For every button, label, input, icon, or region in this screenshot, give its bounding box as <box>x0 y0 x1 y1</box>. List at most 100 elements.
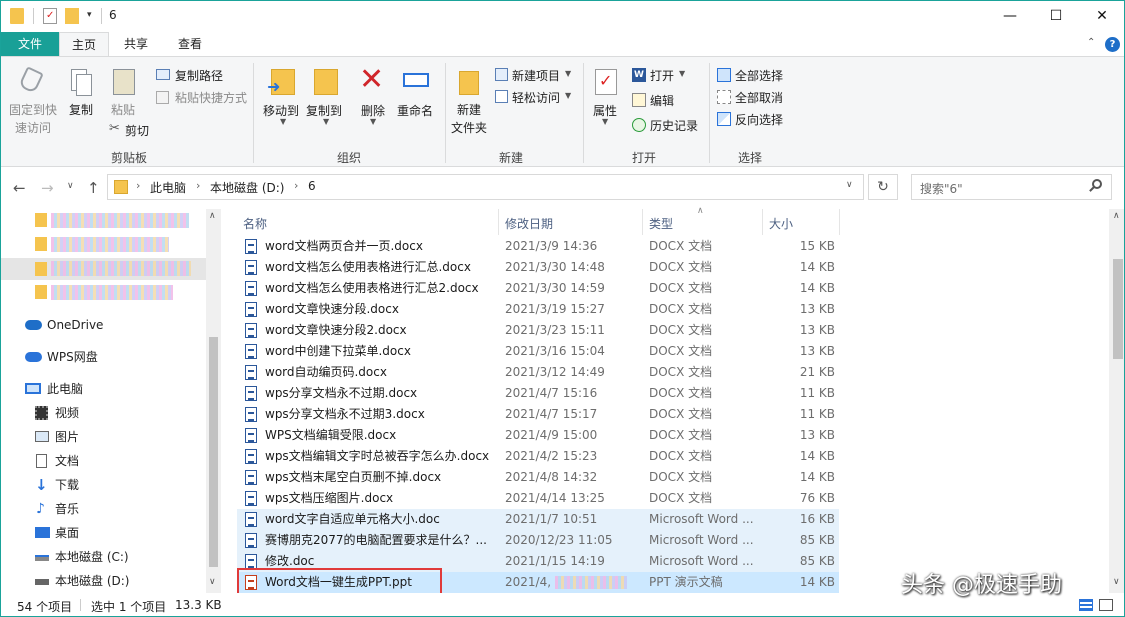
refresh-button[interactable]: ↻ <box>868 174 898 200</box>
scroll-down-icon[interactable]: ∨ <box>209 577 216 587</box>
file-date: 2021/3/23 15:11 <box>505 323 605 337</box>
file-size: 13 KB <box>799 428 835 442</box>
highlight-box <box>237 568 442 595</box>
minimize-button[interactable]: — <box>987 1 1033 32</box>
file-date: 2021/3/30 14:59 <box>505 281 605 295</box>
scroll-down-icon[interactable]: ∨ <box>1113 577 1120 587</box>
file-type: Microsoft Word ... <box>649 554 754 568</box>
word-file-icon <box>245 470 257 485</box>
copy-to-button[interactable]: 复制到 ▼ <box>306 65 346 135</box>
scroll-thumb[interactable] <box>209 337 218 567</box>
file-date: 2021/4, <box>505 575 552 589</box>
table-row[interactable]: wps分享文档永不过期.docx 2021/4/7 15:16 DOCX 文档 11 … <box>237 383 839 404</box>
table-row[interactable]: word文章快速分段2.docx 2021/3/23 15:11 DOCX 文档 13… <box>237 320 839 341</box>
table-row[interactable]: word文档怎么使用表格进行汇总.docx 2021/3/30 14:48 DOCX… <box>237 257 839 278</box>
tab-home[interactable]: 主页 <box>59 32 109 56</box>
table-row[interactable]: word文档两页合并一页.docx 2021/3/9 14:36 DOCX 文档 15… <box>237 236 839 257</box>
redacted-item <box>51 213 189 228</box>
copy-button[interactable]: 复制 <box>65 65 99 125</box>
details-view-icon[interactable] <box>1079 599 1093 611</box>
folder-icon <box>114 180 128 194</box>
table-row[interactable]: word中创建下拉菜单.docx 2021/3/16 15:04 DOCX 文档 13… <box>237 341 839 362</box>
breadcrumb-folder[interactable]: 6 <box>308 179 316 193</box>
chevron-down-icon: ▼ <box>565 69 572 78</box>
file-size: 76 KB <box>799 491 835 505</box>
new-item-label: 新建项目 <box>512 69 561 83</box>
forward-button[interactable]: → <box>41 179 54 197</box>
scroll-up-icon[interactable]: ∧ <box>1113 211 1120 221</box>
word-file-icon <box>245 386 257 401</box>
drive-icon <box>35 579 49 585</box>
table-row[interactable]: wps文档压缩图片.docx 2021/4/14 13:25 DOCX 文档 76 K… <box>237 488 839 509</box>
search-input[interactable]: 搜索"6" <box>920 180 963 197</box>
rename-button[interactable]: 重命名 <box>397 65 437 125</box>
invert-selection-icon <box>717 112 731 126</box>
new-folder-icon[interactable] <box>65 8 79 24</box>
column-header-type[interactable]: 类型 <box>649 215 673 232</box>
file-type: PPT 演示文稿 <box>649 575 723 589</box>
file-size: 14 KB <box>799 260 835 274</box>
table-row[interactable]: wps文档编辑文字时总被吞字怎么办.docx 2021/4/2 15:23 DOCX… <box>237 446 839 467</box>
quick-access-folder-icon <box>35 285 47 299</box>
file-name: 赛博朋克2077的电脑配置要求是什么？... <box>265 533 487 547</box>
address-bar[interactable]: › 此电脑 › 本地磁盘 (D:) › 6 ∨ <box>107 174 864 200</box>
select-all-icon <box>717 68 731 82</box>
file-type: DOCX 文档 <box>649 365 713 379</box>
collapse-ribbon-icon[interactable]: ⌃ <box>1087 37 1095 48</box>
address-dropdown-icon[interactable]: ∨ <box>846 180 853 190</box>
word-file-icon <box>245 323 257 338</box>
file-size: 14 KB <box>799 575 835 589</box>
column-header-size[interactable]: 大小 <box>769 215 793 232</box>
tab-file[interactable]: 文件 <box>1 32 59 56</box>
help-icon[interactable]: ? <box>1105 37 1120 52</box>
quick-access-folder-icon <box>35 262 47 276</box>
chevron-down-icon: ▼ <box>602 117 609 126</box>
sort-indicator-icon: ∧ <box>697 206 704 216</box>
new-folder-button[interactable]: 新建 文件夹 <box>449 65 491 145</box>
column-header-name[interactable]: 名称 <box>243 215 267 232</box>
tab-share[interactable]: 共享 <box>111 32 161 56</box>
up-button[interactable]: ↑ <box>87 179 100 197</box>
recent-locations-button[interactable]: ∨ <box>67 181 74 191</box>
table-row[interactable]: word文字自适应单元格大小.doc 2021/1/7 10:51 Microsof… <box>237 509 839 530</box>
navigation-scrollbar[interactable]: ∧ ∨ <box>206 209 221 593</box>
maximize-button[interactable]: ☐ <box>1033 1 1079 32</box>
file-date: 2021/3/12 14:49 <box>505 365 605 379</box>
table-row[interactable]: word文章快速分段.docx 2021/3/19 15:27 DOCX 文档 13 … <box>237 299 839 320</box>
breadcrumb-d-drive[interactable]: 本地磁盘 (D:) <box>210 179 284 196</box>
new-folder-label: 新建 文件夹 <box>451 103 488 135</box>
download-icon: ↓ <box>35 476 48 494</box>
table-row[interactable]: wps分享文档永不过期3.docx 2021/4/7 15:17 DOCX 文档 11… <box>237 404 839 425</box>
column-header-date[interactable]: 修改日期 <box>505 215 553 232</box>
file-type: DOCX 文档 <box>649 386 713 400</box>
table-row[interactable]: word自动编页码.docx 2021/3/12 14:49 DOCX 文档 21 K… <box>237 362 839 383</box>
file-type: DOCX 文档 <box>649 407 713 421</box>
back-button[interactable]: ← <box>13 179 26 197</box>
paste-button[interactable]: 粘贴 <box>107 65 141 125</box>
search-box[interactable]: 搜索"6" <box>911 174 1112 200</box>
pin-to-quick-access-button[interactable]: 固定到快 速访问 <box>7 65 59 139</box>
close-button[interactable]: ✕ <box>1079 1 1124 32</box>
move-to-button[interactable]: ➜ 移动到 ▼ <box>263 65 303 135</box>
tab-view[interactable]: 查看 <box>163 32 217 56</box>
properties-icon[interactable]: ✓ <box>43 8 57 24</box>
file-list-scrollbar[interactable]: ∧ ∨ <box>1109 209 1124 593</box>
file-type: DOCX 文档 <box>649 449 713 463</box>
properties-button[interactable]: ✓ 属性 ▼ <box>589 65 623 135</box>
scroll-up-icon[interactable]: ∧ <box>209 211 216 221</box>
copy-to-icon <box>314 69 338 95</box>
customize-quick-access-icon[interactable]: ▾ <box>87 10 92 20</box>
breadcrumb-this-pc[interactable]: 此电脑 <box>150 179 186 196</box>
divider <box>33 8 34 24</box>
divider <box>839 209 840 235</box>
table-row[interactable]: wps文档末尾空白页删不掉.docx 2021/4/8 14:32 DOCX 文档 1… <box>237 467 839 488</box>
delete-icon: ✕ <box>359 62 385 97</box>
scroll-thumb[interactable] <box>1113 259 1123 359</box>
table-row[interactable]: WPS文档编辑受限.docx 2021/4/9 15:00 DOCX 文档 13 KB <box>237 425 839 446</box>
table-row[interactable]: word文档怎么使用表格进行汇总2.docx 2021/3/30 14:59 DOC… <box>237 278 839 299</box>
large-icons-view-icon[interactable] <box>1099 599 1113 611</box>
delete-button[interactable]: ✕ 删除 ▼ <box>357 62 391 135</box>
table-row[interactable]: 赛博朋克2077的电脑配置要求是什么？... 2020/12/23 11:05 Mi… <box>237 530 839 551</box>
select-group-label: 选择 <box>737 151 762 165</box>
address-row: ← → ∨ ↑ › 此电脑 › 本地磁盘 (D:) › 6 ∨ ↻ 搜索"6" <box>1 167 1124 209</box>
